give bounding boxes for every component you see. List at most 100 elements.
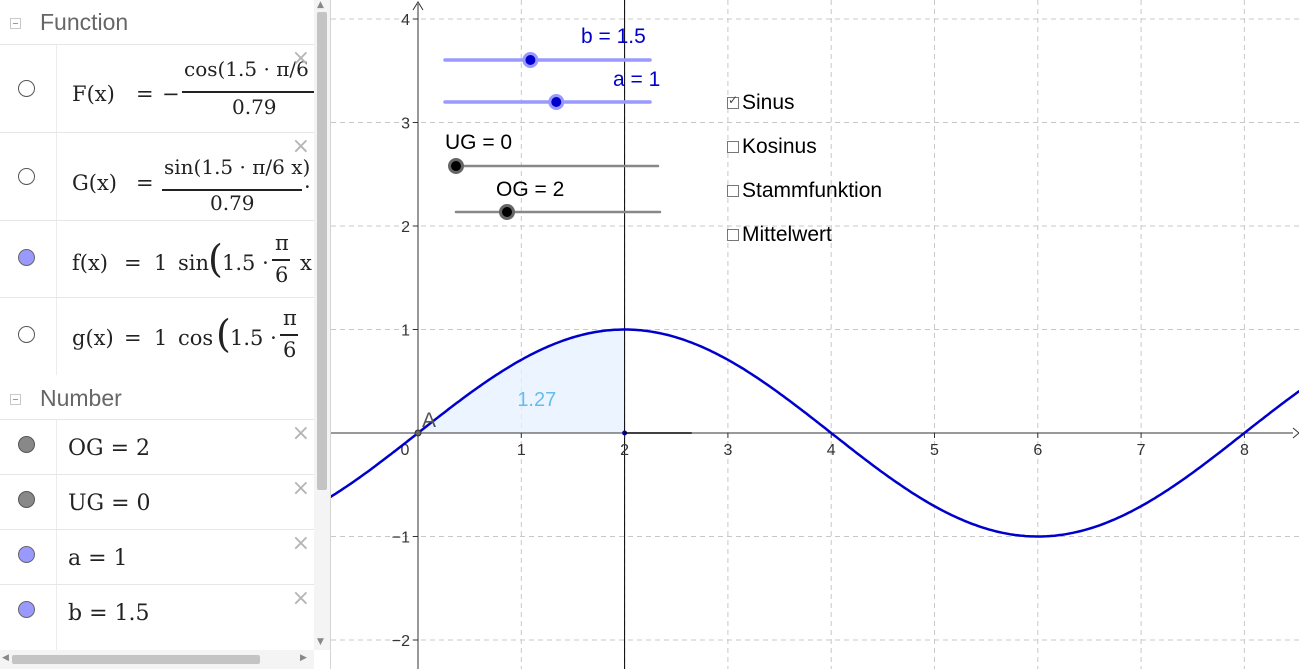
scroll-right-icon[interactable]: ▶ <box>300 653 307 663</box>
delete-a-icon[interactable]: × <box>292 533 310 555</box>
algebra-row-g[interactable]: g(x) = 1 cos ( 1.5 · π 6 <box>0 297 314 375</box>
frac-num-g: π <box>283 306 297 330</box>
slider-label: b = 1.5 <box>581 25 646 48</box>
checkbox-mittelwert[interactable]: Mittelwert <box>727 223 832 247</box>
dot-G: · <box>304 175 311 199</box>
y-tick-label: 2 <box>401 219 410 236</box>
checked-box-icon[interactable] <box>727 93 739 109</box>
horizontal-scrollbar[interactable]: ◀ ▶ <box>0 650 314 669</box>
vertical-scroll-thumb[interactable] <box>317 12 327 490</box>
number-OG[interactable]: OG = 2 <box>68 436 150 461</box>
checkbox-label: Stammfunktion <box>742 179 883 202</box>
visibility-toggle-G[interactable] <box>18 168 35 185</box>
unchecked-box-icon[interactable] <box>727 185 739 197</box>
row-separator <box>56 475 57 530</box>
algebra-row-F[interactable]: F(x) = − cos(1.5 · π/6 x 0.79 × <box>0 44 314 133</box>
slider-knob[interactable] <box>499 204 515 220</box>
checkbox-label: Kosinus <box>742 135 817 158</box>
visibility-toggle-f[interactable] <box>18 249 35 266</box>
y-tick-label: −2 <box>392 633 410 650</box>
area-value-label: 1.27 <box>517 389 556 411</box>
vertical-scrollbar[interactable]: ▲ ▼ <box>314 0 330 650</box>
number-b[interactable]: b = 1.5 <box>68 601 150 626</box>
scroll-down-icon[interactable]: ▼ <box>317 637 324 647</box>
slider-knob[interactable] <box>522 52 539 68</box>
paren-open-f: ( <box>208 237 223 281</box>
algebra-row-f[interactable]: f(x) = 1 sin ( 1.5 · π 6 x <box>0 220 314 298</box>
eq-sign-G: = <box>136 171 154 195</box>
frac-den-f: 6 <box>275 263 289 287</box>
visibility-toggle-g[interactable] <box>18 326 35 343</box>
scroll-up-icon[interactable]: ▲ <box>317 0 324 10</box>
x-tick-label: 2 <box>620 442 629 459</box>
frac-num-f: π <box>275 231 289 255</box>
algebra-row-b[interactable]: b = 1.5 × <box>0 584 314 651</box>
minus-sign-F: − <box>162 82 180 106</box>
visibility-toggle-b[interactable] <box>18 601 35 618</box>
delete-UG-icon[interactable]: × <box>292 478 310 500</box>
algebra-row-OG[interactable]: OG = 2 × <box>0 419 314 475</box>
point-A <box>414 429 422 437</box>
eq-sign-g: = <box>124 326 142 350</box>
checkbox-label: Mittelwert <box>742 223 832 246</box>
row-separator <box>56 585 57 651</box>
graphics-view[interactable]: 0 1 2 3 4 5 6 7 8 4 3 2 1 −1 −2 A 1.27 b = 1.5 a = 1 UG = 0… <box>331 0 1299 669</box>
visibility-toggle-F[interactable] <box>18 80 35 97</box>
collapse-number-icon[interactable] <box>10 394 21 405</box>
coef-f: 1 <box>154 251 168 275</box>
slider-knob[interactable] <box>548 94 565 110</box>
x-tick-label: 6 <box>1033 442 1042 459</box>
y-tick-label: 1 <box>401 323 410 340</box>
group-header-number[interactable]: Number <box>0 375 314 419</box>
frac-bar-f <box>272 259 290 261</box>
checkbox-label: Sinus <box>742 91 795 114</box>
group-label-function: Function <box>40 9 129 35</box>
row-separator <box>56 420 57 475</box>
denominator-F: 0.79 <box>232 95 277 119</box>
visibility-toggle-a[interactable] <box>18 546 35 563</box>
row-separator <box>56 45 57 133</box>
frac-bar-g <box>280 334 298 336</box>
number-a[interactable]: a = 1 <box>68 546 128 571</box>
x-tick-label: 3 <box>723 442 732 459</box>
algebra-row-UG[interactable]: UG = 0 × <box>0 474 314 530</box>
inner-f: 1.5 · <box>222 251 269 275</box>
delete-G-icon[interactable]: × <box>292 136 310 158</box>
y-tick-label: 3 <box>401 116 410 133</box>
y-tick-label: −1 <box>392 530 410 547</box>
eq-sign-f: = <box>124 251 142 275</box>
row-separator <box>56 221 57 298</box>
unchecked-box-icon[interactable] <box>727 229 739 241</box>
fn-f: sin <box>178 251 210 275</box>
delete-b-icon[interactable]: × <box>292 588 310 610</box>
unchecked-box-icon[interactable] <box>727 141 739 153</box>
delete-F-icon[interactable]: × <box>292 48 310 70</box>
delete-OG-icon[interactable]: × <box>292 423 310 445</box>
group-header-function[interactable]: Function <box>0 0 314 44</box>
func-name-g: g(x) <box>72 326 114 350</box>
checkbox-kosinus[interactable]: Kosinus <box>727 135 817 159</box>
x-tick-label: 1 <box>517 442 526 459</box>
numerator-G: sin(1.5 · π/6 x) <box>164 155 311 179</box>
horizontal-scroll-thumb[interactable] <box>12 655 260 664</box>
func-name-F: F(x) <box>72 82 115 106</box>
eq-sign-F: = <box>136 82 154 106</box>
number-UG[interactable]: UG = 0 <box>68 491 151 516</box>
coordinate-plane[interactable]: 0 1 2 3 4 5 6 7 84321−1−2A1.27b = 1.5a = 1UG = 0… <box>331 0 1299 669</box>
visibility-toggle-UG[interactable] <box>18 491 35 508</box>
y-tick-label: 4 <box>401 12 410 29</box>
x-tick-label: 4 <box>827 442 836 459</box>
slider-knob[interactable] <box>448 158 464 174</box>
slider-label: UG = 0 <box>445 131 512 154</box>
algebra-row-a[interactable]: a = 1 × <box>0 529 314 585</box>
algebra-row-G[interactable]: G(x) = sin(1.5 · π/6 x) · 0.79 × <box>0 132 314 221</box>
collapse-function-icon[interactable] <box>10 18 21 29</box>
visibility-toggle-OG[interactable] <box>18 436 35 453</box>
func-name-G: G(x) <box>72 171 118 195</box>
scroll-left-icon[interactable]: ◀ <box>2 653 9 663</box>
row-separator <box>56 298 57 375</box>
point-A-label: A <box>422 409 436 432</box>
algebra-view: Function F(x) = − cos(1.5 · π/6 x 0.79 ×… <box>0 0 331 669</box>
checkbox-stammfunktion[interactable]: Stammfunktion <box>727 179 882 203</box>
checkbox-sinus[interactable]: Sinus <box>727 91 795 115</box>
